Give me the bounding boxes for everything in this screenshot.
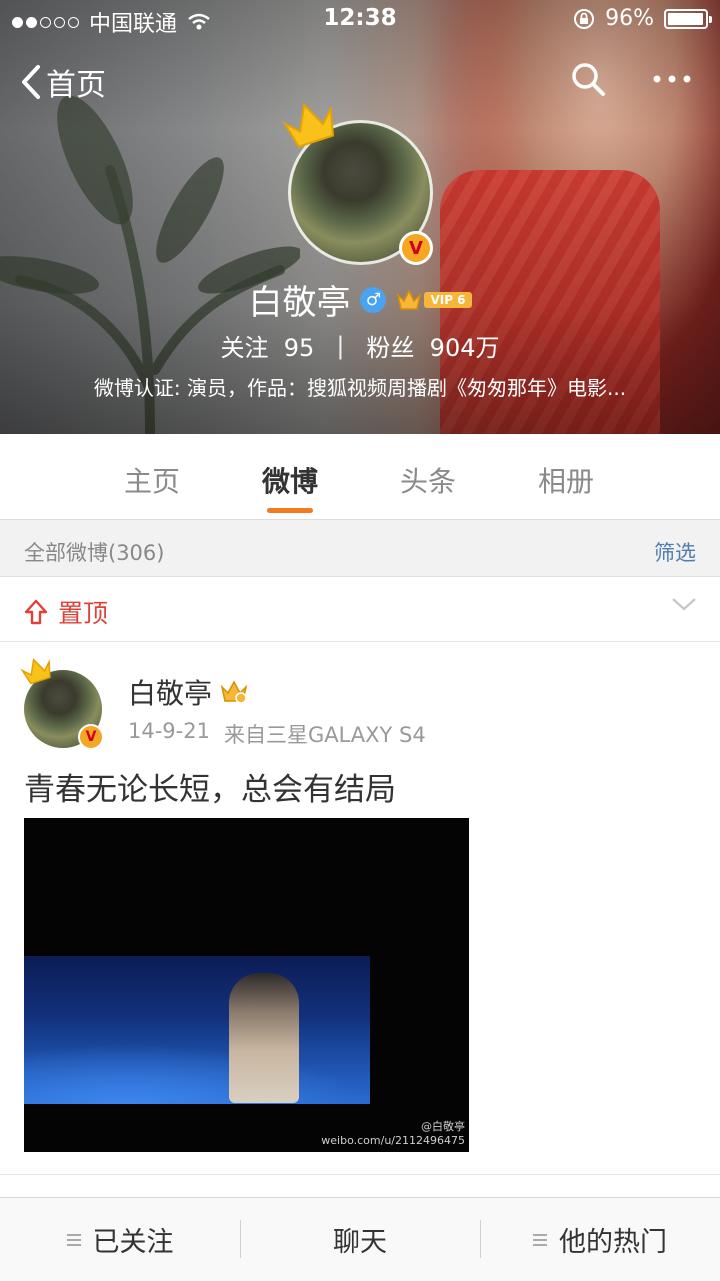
post-avatar[interactable]: V (20, 657, 104, 750)
menu-icon (533, 1233, 547, 1246)
profile-tabs: 主页 微博 头条 相册 (0, 434, 720, 520)
watermark: @白敬亭 weibo.com/u/2112496475 (321, 1120, 465, 1147)
crown-icon (282, 102, 335, 148)
stats-separator: | (336, 331, 345, 360)
verification-text[interactable]: 微博认证: 演员，作品：搜狐视频周播剧《匆匆那年》电影... (40, 372, 680, 401)
back-label: 首页 (46, 68, 106, 103)
male-icon: ♂ (360, 286, 387, 313)
post-date: 14-9-21 (128, 719, 210, 743)
status-bar: 中国联通 12:38 96% (0, 0, 720, 40)
nav-bar: 首页 (0, 55, 720, 107)
post-actions-divider (0, 1174, 720, 1197)
verified-badge-icon: V (399, 231, 433, 265)
profile-avatar[interactable]: V (282, 102, 433, 265)
back-button[interactable]: 首页 (20, 60, 106, 104)
profile-name: 白敬亭 (248, 283, 351, 323)
followers-stat[interactable]: 粉丝 904万 (366, 328, 499, 363)
crown-icon (20, 657, 51, 684)
vip-level: VIP 6 (424, 291, 472, 308)
video-frame-figures (229, 973, 299, 1103)
bottom-action-bar: 已关注 聊天 他的热门 (0, 1197, 720, 1281)
pinned-label: 置顶 (58, 599, 109, 628)
post-text: 青春无论长短，总会有结局 (24, 772, 396, 808)
battery-icon (664, 8, 712, 29)
chevron-left-icon (22, 65, 40, 99)
vip-crown-icon (220, 680, 248, 704)
feed-filter-bar: 全部微博(306) 筛选 (0, 521, 720, 577)
active-tab-indicator (267, 508, 313, 513)
chat-button[interactable]: 聊天 (240, 1198, 480, 1281)
hot-posts-button[interactable]: 他的热门 (480, 1198, 720, 1281)
following-stat[interactable]: 关注 95 (221, 328, 315, 363)
more-icon[interactable] (652, 74, 692, 84)
search-icon[interactable] (570, 61, 606, 97)
verified-badge-icon: V (78, 724, 104, 750)
pinned-row[interactable]: 置顶 (0, 577, 720, 642)
weibo-post: V 白敬亭 14-9-21 来自三星GALAXY S4 青春无论长短，总会有结局… (0, 642, 720, 1197)
vip-badge[interactable]: VIP 6 (396, 288, 472, 311)
vip-crown-icon (397, 288, 422, 310)
post-author[interactable]: 白敬亭 (128, 672, 212, 712)
menu-icon (66, 1233, 81, 1246)
tab-album[interactable]: 相册 (497, 434, 635, 519)
profile-stats: 关注 95 | 粉丝 904万 (0, 328, 720, 363)
followed-button[interactable]: 已关注 (0, 1198, 240, 1281)
chevron-down-icon[interactable] (670, 595, 698, 613)
pin-top-icon (24, 599, 48, 625)
post-source: 来自三星GALAXY S4 (223, 723, 426, 747)
post-count: 全部微博(306) (24, 541, 165, 565)
tab-headlines[interactable]: 头条 (359, 434, 497, 519)
tab-weibo[interactable]: 微博 (221, 434, 359, 519)
tab-home[interactable]: 主页 (83, 434, 221, 519)
battery-percent: 96% (605, 6, 654, 31)
post-video-thumbnail[interactable]: @白敬亭 weibo.com/u/2112496475 (24, 818, 469, 1152)
rotation-lock-icon (574, 8, 595, 29)
filter-button[interactable]: 筛选 (654, 537, 696, 567)
